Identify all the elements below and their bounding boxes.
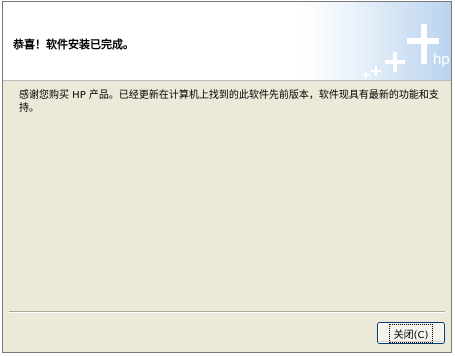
installer-dialog: 恭喜！软件安装已完成。 hp 感谢您购买 HP 产品。已经更新在计算机上找到的此…	[2, 1, 452, 353]
hp-logo-text: hp	[433, 51, 450, 68]
dialog-message: 感谢您购买 HP 产品。已经更新在计算机上找到的此软件先前版本，软件现具有最新的…	[19, 90, 439, 114]
hp-plus-logo-icon: hp	[301, 2, 451, 80]
close-button[interactable]: 关闭(C)	[377, 322, 445, 344]
footer-divider	[9, 311, 445, 313]
dialog-header: 恭喜！软件安装已完成。 hp	[3, 2, 451, 81]
close-button-label: 关闭(C)	[388, 323, 434, 343]
dialog-title: 恭喜！软件安装已完成。	[13, 38, 134, 51]
